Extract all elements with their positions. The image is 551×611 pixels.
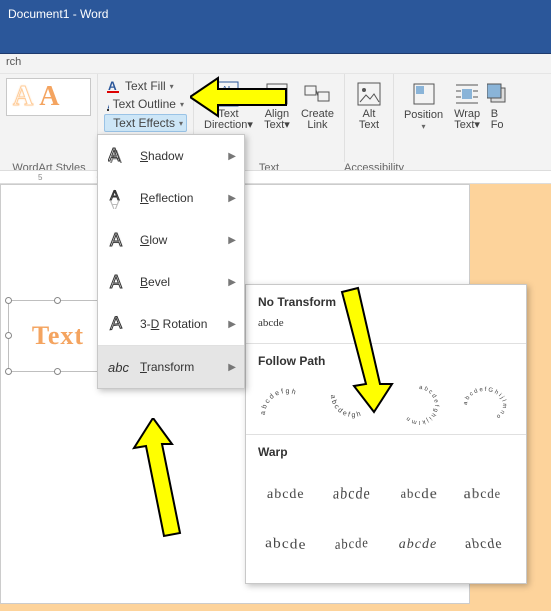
warp-option-2[interactable]: abcde	[324, 473, 380, 517]
title-bar: Document1 - Word	[0, 0, 551, 28]
position-button[interactable]: Position▾	[400, 78, 447, 162]
warp-option-1[interactable]: abcde	[258, 473, 314, 517]
rotation-icon: A	[108, 313, 130, 335]
wordart-style-gallery[interactable]: A A	[6, 78, 91, 116]
follow-path-button[interactable]: a b c d e f G h i j l m n o	[456, 382, 512, 426]
position-icon	[410, 80, 438, 108]
alt-text-button[interactable]: AltText	[351, 78, 387, 133]
bring-forward-icon	[487, 80, 507, 108]
shadow-icon: AA	[108, 145, 130, 167]
bevel-icon: A	[108, 271, 130, 293]
menu-item-transform[interactable]: abc Transform ▶	[98, 346, 244, 388]
chevron-right-icon: ▶	[228, 151, 236, 162]
position-label: Position	[404, 109, 443, 121]
create-link-icon	[303, 80, 331, 108]
warp-option-4[interactable]: abcde	[456, 473, 512, 517]
menu-item-bevel[interactable]: A Bevel ▶	[98, 261, 244, 303]
text-effects-menu: AA Shadow ▶ AA Reflection ▶ AA Glow ▶ A …	[97, 134, 245, 389]
chevron-right-icon: ▶	[228, 235, 236, 246]
warp-option-8[interactable]: abcde	[456, 523, 512, 567]
ruler-mark: 5	[38, 173, 42, 182]
transform-icon: abc	[108, 356, 130, 378]
warp-option-3[interactable]: abcde	[390, 473, 446, 517]
svg-text:A: A	[110, 272, 122, 292]
horizontal-ruler[interactable]: 5 6 7	[0, 170, 551, 184]
warp-option-5[interactable]: abcde	[258, 523, 314, 567]
quick-access-bar	[0, 28, 551, 54]
menu-item-3d-rotation[interactable]: A 3-D Rotation ▶	[98, 303, 244, 345]
wrap-text-button[interactable]: WrapText▾	[449, 78, 485, 162]
search-row[interactable]: rch	[0, 54, 551, 74]
svg-text:a b c d e f G h i j l m n o: a b c d e f G h i j l m n o	[463, 387, 507, 420]
menu-item-shadow[interactable]: AA Shadow ▶	[98, 135, 244, 177]
text-effects-icon: A	[108, 116, 109, 130]
follow-path-arch-up[interactable]: a b c d e f g h	[258, 382, 314, 426]
wrap-text-icon	[453, 80, 481, 108]
bring-forward-button[interactable]: BFo	[487, 78, 507, 162]
annotation-arrow	[330, 284, 410, 414]
svg-text:A: A	[110, 313, 123, 334]
create-link-button[interactable]: CreateLink	[297, 78, 338, 162]
text-outline-icon: A	[107, 97, 109, 111]
text-effects-button[interactable]: A Text Effects▾	[104, 114, 187, 132]
svg-text:a b c d e f g h: a b c d e f g h	[260, 388, 297, 415]
menu-item-reflection[interactable]: AA Reflection ▶	[98, 177, 244, 219]
svg-text:A: A	[110, 230, 122, 250]
svg-text:A: A	[108, 79, 117, 93]
svg-text:abc: abc	[108, 360, 129, 375]
svg-text:a b c d e f g h i j k l m n: a b c d e f g h i j k l m n	[406, 385, 439, 425]
chevron-right-icon: ▶	[228, 362, 236, 373]
chevron-right-icon: ▶	[228, 277, 236, 288]
text-outline-button[interactable]: A Text Outline▾	[104, 96, 187, 112]
svg-text:A: A	[108, 97, 109, 111]
warp-option-7[interactable]: abcde	[390, 523, 446, 567]
glow-icon: AA	[108, 229, 130, 251]
chevron-right-icon: ▶	[228, 193, 236, 204]
warp-option-6[interactable]: abcde	[324, 523, 380, 567]
reflection-icon: AA	[108, 187, 130, 209]
wordart-text: Text	[32, 321, 84, 351]
svg-text:A: A	[108, 145, 120, 165]
annotation-arrow	[190, 72, 290, 122]
document-title: Document1 - Word	[8, 7, 108, 21]
alt-text-icon	[355, 80, 383, 108]
text-outline-label: Text Outline	[113, 97, 176, 111]
submenu-section-warp: Warp	[246, 435, 526, 465]
svg-text:A: A	[110, 198, 120, 209]
wordart-object[interactable]: Text	[8, 300, 108, 372]
text-fill-label: Text Fill	[125, 79, 166, 93]
annotation-arrow	[128, 418, 198, 538]
text-effects-label: Text Effects	[113, 116, 175, 130]
text-fill-icon: A	[107, 79, 121, 93]
chevron-right-icon: ▶	[228, 319, 236, 330]
text-fill-button[interactable]: A Text Fill▾	[104, 78, 187, 94]
menu-item-glow[interactable]: AA Glow ▶	[98, 219, 244, 261]
